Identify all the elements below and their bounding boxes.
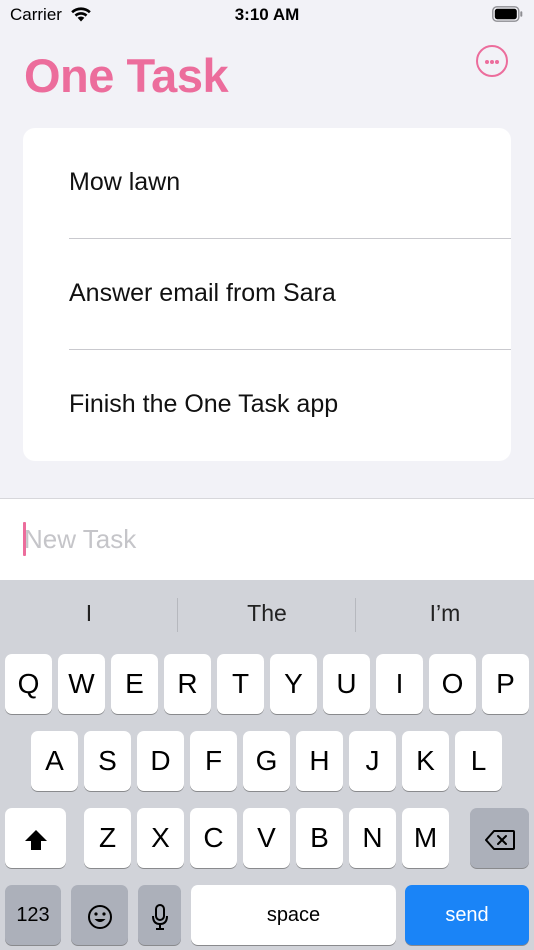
backspace-key[interactable] — [470, 808, 529, 868]
suggestion-2[interactable]: The — [178, 600, 356, 627]
task-row[interactable]: Finish the One Task app — [23, 350, 511, 461]
task-row[interactable]: Mow lawn — [23, 128, 511, 239]
key-a[interactable]: A — [31, 731, 78, 791]
key-o[interactable]: O — [429, 654, 476, 714]
task-label: Answer email from Sara — [69, 279, 336, 307]
key-n[interactable]: N — [349, 808, 396, 868]
key-l[interactable]: L — [455, 731, 502, 791]
suggestion-1[interactable]: I — [0, 600, 178, 627]
key-x[interactable]: X — [137, 808, 184, 868]
emoji-icon — [87, 904, 112, 929]
new-task-bar — [0, 498, 534, 580]
key-p[interactable]: P — [482, 654, 529, 714]
key-h[interactable]: H — [296, 731, 343, 791]
key-z[interactable]: Z — [84, 808, 131, 868]
battery-icon — [492, 6, 523, 22]
key-y[interactable]: Y — [270, 654, 317, 714]
key-c[interactable]: C — [190, 808, 237, 868]
key-v[interactable]: V — [243, 808, 290, 868]
numbers-key[interactable]: 123 — [5, 885, 61, 945]
task-label: Finish the One Task app — [69, 390, 339, 418]
key-r[interactable]: R — [164, 654, 211, 714]
key-q[interactable]: Q — [5, 654, 52, 714]
shift-icon — [24, 829, 47, 850]
more-options-button[interactable] — [476, 45, 508, 77]
key-s[interactable]: S — [84, 731, 131, 791]
microphone-key[interactable] — [138, 885, 181, 945]
key-u[interactable]: U — [323, 654, 370, 714]
suggestion-3[interactable]: I’m — [356, 600, 534, 627]
status-bar: Carrier 3:10 AM — [0, 0, 534, 32]
key-d[interactable]: D — [137, 731, 184, 791]
shift-key[interactable] — [5, 808, 66, 868]
key-e[interactable]: E — [111, 654, 158, 714]
microphone-icon — [151, 903, 168, 930]
space-key[interactable]: space — [191, 885, 396, 945]
task-label: Mow lawn — [69, 168, 181, 196]
key-k[interactable]: K — [402, 731, 449, 791]
keyboard: I The I’m Q W E R T Y U I O P A S D F G … — [0, 580, 534, 950]
key-b[interactable]: B — [296, 808, 343, 868]
task-list: Mow lawn Answer email from Sara Finish t… — [23, 128, 511, 461]
key-j[interactable]: J — [349, 731, 396, 791]
text-caret — [23, 522, 26, 556]
status-time: 3:10 AM — [234, 5, 300, 24]
key-f[interactable]: F — [190, 731, 237, 791]
send-key[interactable]: send — [405, 885, 529, 945]
new-task-input[interactable] — [24, 519, 504, 559]
backspace-icon — [484, 829, 515, 850]
task-row[interactable]: Answer email from Sara — [23, 239, 511, 350]
key-m[interactable]: M — [402, 808, 449, 868]
emoji-key[interactable] — [71, 885, 128, 945]
page-title: One Task — [24, 49, 229, 102]
key-w[interactable]: W — [58, 654, 105, 714]
key-i[interactable]: I — [376, 654, 423, 714]
key-g[interactable]: G — [243, 731, 290, 791]
key-t[interactable]: T — [217, 654, 264, 714]
